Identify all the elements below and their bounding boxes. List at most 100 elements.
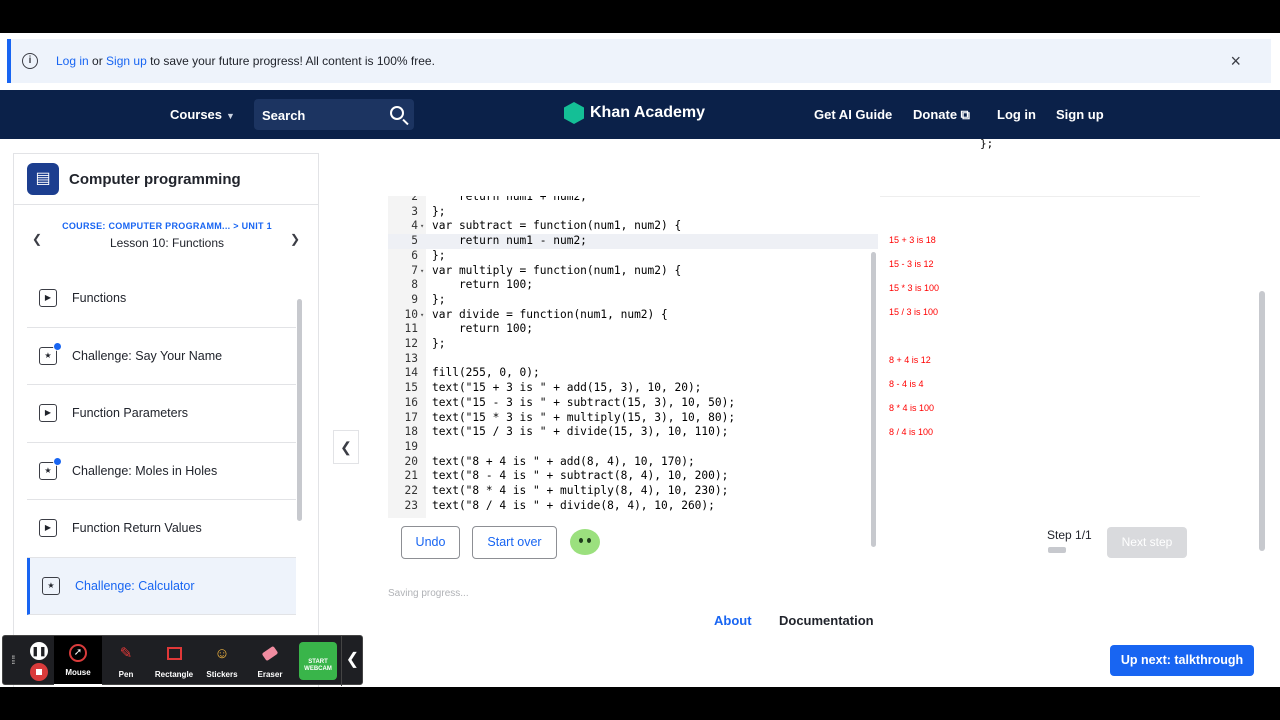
lesson-item[interactable]: ★ Challenge: Moles in Holes (27, 443, 296, 500)
tool-mouse[interactable]: ➚ Mouse (54, 636, 102, 686)
line-number: 3 (411, 204, 418, 218)
code-line[interactable]: 4 ▾ var subtract = function(num1, num2) { (388, 219, 878, 234)
code-line[interactable]: 14 fill(255, 0, 0); (388, 366, 878, 381)
start-over-button[interactable]: Start over (472, 526, 557, 559)
code-line[interactable]: 5 return num1 - num2; (388, 234, 878, 249)
line-number: 14 (404, 366, 418, 380)
fold-arrow-icon[interactable]: ▾ (420, 264, 424, 279)
brand-name: Khan Academy (590, 104, 705, 121)
line-number: 8 (411, 278, 418, 292)
lesson-label: Challenge: Moles in Holes (72, 463, 218, 478)
code-line[interactable]: 10 ▾ var divide = function(num1, num2) { (388, 308, 878, 323)
code-line[interactable]: 8 return 100; (388, 278, 878, 293)
tool-eraser[interactable]: Eraser (246, 636, 294, 686)
tab-documentation[interactable]: Documentation (779, 613, 874, 628)
lesson-list: ▶ Functions ★ Challenge: Say Your Name ▶… (14, 270, 296, 615)
code-editor[interactable]: 2 return num1 + num2; 3}; 4 ▾ var subtract =… (388, 196, 878, 518)
lesson-item[interactable]: ★ Challenge: Say Your Name (27, 328, 296, 385)
screen-recorder-toolbar: ⁞⁞ ❚❚ ➚ Mouse ✎ Pen Rectangle ☺ Stickers… (2, 635, 363, 686)
code-line[interactable]: 21 text("8 - 4 is " + subtract(8, 4), 10,… (388, 469, 878, 484)
banner-login-link[interactable]: Log in (56, 54, 89, 68)
play-icon: ▶ (39, 404, 57, 423)
courses-menu[interactable]: Courses ▼ (170, 107, 235, 122)
banner-signup-link[interactable]: Sign up (106, 54, 147, 68)
khan-logo-icon (564, 102, 584, 124)
code-text: return 100; (432, 322, 534, 336)
editor-scrollbar[interactable] (871, 252, 876, 547)
tool-stickers[interactable]: ☺ Stickers (198, 636, 246, 686)
code-line[interactable]: 22 text("8 * 4 is " + multiply(8, 4), 10,… (388, 484, 878, 499)
lesson-label: Function Parameters (72, 406, 189, 421)
fold-arrow-icon[interactable]: ▾ (420, 219, 424, 234)
start-webcam-button[interactable]: START WEBCAM (299, 642, 337, 680)
search-input[interactable]: Search (262, 108, 305, 123)
undo-button[interactable]: Undo (401, 526, 460, 559)
completed-badge-icon (53, 456, 62, 466)
login-link[interactable]: Log in (997, 107, 1036, 122)
tab-about[interactable]: About (714, 613, 752, 628)
search-icon[interactable] (390, 106, 404, 120)
lesson-item[interactable]: ▶ Function Return Values (27, 500, 296, 558)
lesson-item[interactable]: ▶ Functions (27, 270, 296, 328)
output-text: 8 / 4 is 100 (889, 427, 934, 437)
line-number: 4 (411, 219, 418, 233)
code-line[interactable]: 7 ▾ var multiply = function(num1, num2) { (388, 264, 878, 279)
code-line[interactable]: 19 (388, 440, 878, 455)
tool-rectangle[interactable]: Rectangle (150, 636, 198, 686)
pause-icon[interactable]: ❚❚ (30, 642, 48, 660)
drag-handle-icon[interactable]: ⁞⁞ (11, 653, 15, 667)
breadcrumb-course[interactable]: COURSE: COMPUTER PROGRAMM... > UNIT 1 (14, 221, 320, 231)
code-line[interactable]: 9}; (388, 293, 878, 308)
star-icon: ★ (42, 576, 60, 595)
lesson-item-active[interactable]: ★ Challenge: Calculator (27, 557, 296, 615)
code-line[interactable]: 11 return 100; (388, 322, 878, 337)
tool-label: Mouse (65, 668, 91, 677)
sidebar-scrollbar[interactable] (297, 299, 302, 521)
donate-link[interactable]: Donate ⧉ (913, 107, 970, 123)
saving-status: Saving progress... (388, 588, 469, 599)
code-fragment: }; (980, 137, 994, 150)
search-box[interactable]: Search (254, 99, 414, 130)
signup-banner: i Log in or Sign up to save your future … (7, 39, 1271, 83)
code-text: text("8 * 4 is " + multiply(8, 4), 10, 2… (432, 484, 729, 497)
code-line[interactable]: 16 text("15 - 3 is " + subtract(15, 3), 1… (388, 396, 878, 411)
code-text: var multiply = function(num1, num2) { (432, 263, 682, 277)
page-scrollbar[interactable] (1259, 291, 1265, 551)
code-line[interactable]: 23 text("8 / 4 is " + divide(8, 4), 10, 2… (388, 499, 878, 514)
code-text: var subtract = function(num1, num2) { (432, 219, 682, 233)
signup-link[interactable]: Sign up (1056, 107, 1104, 122)
chevron-right-icon[interactable]: ❯ (290, 232, 300, 246)
code-line[interactable]: 3}; (388, 205, 878, 220)
top-nav: Courses ▼ Search Khan Academy Get AI Guid… (0, 90, 1280, 139)
code-line[interactable]: 13 (388, 352, 878, 367)
line-number: 12 (404, 337, 418, 350)
tool-pen[interactable]: ✎ Pen (102, 636, 150, 686)
khan-academy-logo[interactable]: Khan Academy (564, 102, 705, 124)
chevron-left-icon[interactable]: ❮ (341, 636, 363, 686)
code-text: return 100; (432, 278, 534, 292)
code-text: text("15 + 3 is " + add(15, 3), 10, 20); (432, 381, 702, 395)
up-next-button[interactable]: Up next: talkthrough (1110, 645, 1254, 676)
lesson-item[interactable]: ▶ Function Parameters (27, 385, 296, 443)
avatar (570, 529, 600, 555)
courses-label: Courses (170, 107, 223, 122)
next-step-button[interactable]: Next step (1107, 527, 1187, 558)
program-output-canvas[interactable]: 15 + 3 is 18 15 - 3 is 12 15 * 3 is 100 15 … (880, 196, 1200, 518)
code-line[interactable]: 15 text("15 + 3 is " + add(15, 3), 10, 20… (388, 381, 878, 396)
stop-record-icon[interactable] (30, 663, 48, 681)
code-line[interactable]: 6}; (388, 249, 878, 264)
code-line[interactable]: 2 return num1 + num2; (388, 196, 878, 205)
code-line[interactable]: 18 text("15 / 3 is " + divide(15, 3), 10,… (388, 425, 878, 440)
close-icon[interactable]: × (1230, 51, 1241, 72)
line-number: 9 (411, 292, 418, 306)
collapse-sidebar-button[interactable]: ❮ (333, 430, 359, 464)
output-text: 15 + 3 is 18 (889, 235, 936, 245)
course-title[interactable]: Computer programming (69, 171, 241, 188)
line-number: 22 (404, 484, 418, 497)
code-line[interactable]: 20 text("8 + 4 is " + add(8, 4), 10, 170)… (388, 455, 878, 470)
line-number: 10 (404, 307, 418, 321)
get-ai-guide-link[interactable]: Get AI Guide (814, 107, 892, 122)
code-line[interactable]: 17 text("15 * 3 is " + multiply(15, 3), 1… (388, 411, 878, 426)
code-line[interactable]: 12}; (388, 337, 878, 352)
fold-arrow-icon[interactable]: ▾ (420, 308, 424, 323)
